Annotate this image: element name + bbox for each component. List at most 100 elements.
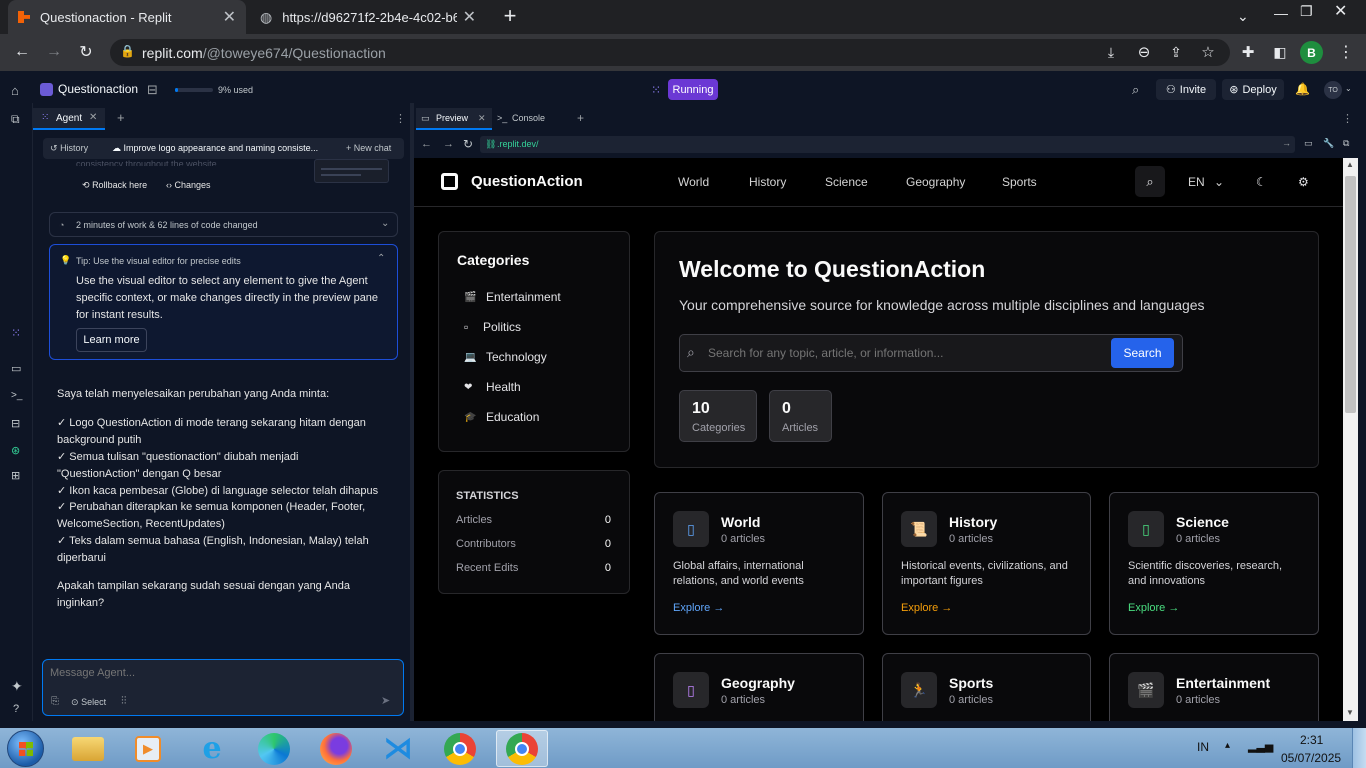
address-bar[interactable]: 🔒 replit.com/@toweye674/Questionaction [110,39,1230,66]
clock-time[interactable]: 2:31 [1300,733,1323,747]
file-explorer-icon[interactable] [62,730,114,767]
send-icon[interactable]: ➤ [381,694,390,707]
network-signal-icon[interactable]: ▂▃▅ [1248,740,1273,753]
tab-console[interactable]: Console [512,113,545,123]
start-button[interactable] [7,730,44,767]
internet-explorer-icon[interactable]: e [186,730,238,767]
category-education[interactable]: 🎓 Education [464,410,539,424]
card-science[interactable]: ▯ Science 0 articles Scientific discover… [1109,492,1319,635]
running-status-button[interactable]: Running [668,79,718,100]
logo-icon[interactable] [441,173,458,190]
category-technology[interactable]: 💻 Technology [464,350,547,364]
search-button[interactable]: Search [1111,338,1174,368]
language-selector[interactable]: EN ⌄ [1188,175,1224,189]
close-tab-icon[interactable]: ✕ [478,113,486,124]
firefox-icon[interactable] [310,730,362,767]
home-icon[interactable]: ⌂ [11,83,19,98]
preview-forward-icon[interactable]: → [443,138,454,150]
pane-menu-icon[interactable]: ⋮ [395,112,406,125]
input-language[interactable]: IN [1197,740,1209,754]
search-icon[interactable]: ⌕ [1132,82,1139,98]
changes-button[interactable]: ‹› Changes [166,180,211,190]
reload-icon[interactable]: ↻ [74,40,98,64]
forward-icon[interactable]: → [42,40,66,64]
restore-window-icon[interactable]: ❐ [1300,3,1313,20]
add-tab-icon[interactable]: + [577,111,584,125]
console-icon[interactable]: >_ [11,390,22,401]
select-element-button[interactable]: ⊙ Select [71,697,106,708]
profile-avatar[interactable]: B [1300,41,1323,64]
help-icon[interactable]: ? [13,703,19,715]
back-icon[interactable]: ← [10,40,34,64]
nav-world[interactable]: World [678,175,709,189]
side-panel-icon[interactable]: ◧ [1268,40,1292,64]
database-icon[interactable]: ⊟ [147,82,158,98]
media-player-icon[interactable]: ▶ [122,730,174,767]
deploy-button[interactable]: ⊛ Deploy [1222,79,1284,100]
explore-link[interactable]: Explore → [901,602,952,614]
browser-tab-preview-url[interactable]: ◍ https://d96271f2-2b4e-4c02-b60 ✕ [250,0,486,34]
scroll-up-icon[interactable]: ▲ [1346,160,1354,169]
site-search-icon[interactable]: ⌕ [1135,166,1165,197]
close-window-icon[interactable]: ✕ [1334,1,1347,21]
explore-link[interactable]: Explore → [673,602,724,614]
attach-icon[interactable]: ⎘ [51,696,59,707]
clock-date[interactable]: 05/07/2025 [1281,751,1341,765]
go-icon[interactable]: → [1282,138,1291,148]
preview-icon[interactable]: ▭ [11,362,21,375]
settings-sliders-icon[interactable]: ⫶⫶ [121,695,127,708]
show-desktop-button[interactable] [1352,728,1366,768]
nav-geography[interactable]: Geography [906,175,965,189]
card-entertainment[interactable]: 🎬 Entertainment 0 articles [1109,653,1319,721]
work-summary[interactable]: ◔ 2 minutes of work & 62 lines of code c… [49,212,398,237]
browser-tab-replit[interactable]: Questionaction - Replit ✕ [8,0,246,34]
category-health[interactable]: ❤ Health [464,380,521,394]
files-icon[interactable]: ⧉ [11,112,20,127]
chat-title[interactable]: ☁ Improve logo appearance and naming con… [112,143,332,154]
card-sports[interactable]: 🏃 Sports 0 articles [882,653,1091,721]
site-logo-text[interactable]: QuestionAction [471,173,583,190]
bookmark-star-icon[interactable]: ☆ [1196,40,1220,64]
close-tab-icon[interactable]: ✕ [223,7,236,27]
user-avatar[interactable]: TO [1324,81,1342,99]
category-entertainment[interactable]: 🎬 Entertainment [464,290,561,304]
invite-button[interactable]: ⚇ Invite [1156,79,1216,100]
all-tools-icon[interactable]: ⊞ [11,469,20,482]
vscode-icon[interactable]: ⋊ [372,730,424,767]
close-tab-icon[interactable]: ✕ [89,112,97,123]
history-button[interactable]: ↺ History [50,143,88,154]
chrome-profile-active-icon[interactable] [496,730,548,767]
install-app-icon[interactable]: ⤓ [1099,40,1123,64]
new-chat-button[interactable]: + New chat [346,143,391,153]
nav-history[interactable]: History [749,175,786,189]
card-history[interactable]: 📜 History 0 articles Historical events, … [882,492,1091,635]
edge-icon[interactable] [248,730,300,767]
chevron-down-icon[interactable]: ⌄ [1345,84,1352,93]
tray-chevron-icon[interactable]: ▴ [1225,740,1230,751]
preview-url-bar[interactable]: ⛓ .replit.dev/ → [480,136,1295,153]
card-world[interactable]: ▯ World 0 articles Global affairs, inter… [654,492,864,635]
share-icon[interactable]: ⇪ [1164,40,1188,64]
notifications-bell-icon[interactable]: 🔔 [1295,82,1310,96]
close-tab-icon[interactable]: ✕ [463,7,476,27]
devtools-icon[interactable]: 🔧 [1323,138,1334,149]
preview-reload-icon[interactable]: ↻ [463,137,473,151]
scrollbar-thumb[interactable] [1345,176,1356,413]
new-tab-button[interactable]: + [498,5,522,29]
scroll-down-icon[interactable]: ▼ [1346,708,1354,717]
project-name[interactable]: Questionaction [58,82,138,96]
message-agent-input[interactable] [50,665,390,681]
add-icon[interactable]: ✦ [11,678,23,695]
nav-science[interactable]: Science [825,175,868,189]
rollback-button[interactable]: ⟲ Rollback here [82,180,147,191]
storage-icon[interactable]: ⊟ [11,417,20,430]
add-tab-icon[interactable]: + [117,110,125,125]
settings-gear-icon[interactable]: ⚙ [1298,175,1309,189]
agent-icon[interactable]: ⁙ [11,326,21,340]
zoom-icon[interactable]: ⊖ [1132,40,1156,64]
deployment-icon[interactable]: ⊛ [11,444,20,457]
open-new-tab-icon[interactable]: ⧉ [1343,138,1349,149]
card-geography[interactable]: ▯ Geography 0 articles [654,653,864,721]
tab-search-icon[interactable]: ⌄ [1237,8,1249,25]
site-search-input[interactable] [708,343,1098,363]
